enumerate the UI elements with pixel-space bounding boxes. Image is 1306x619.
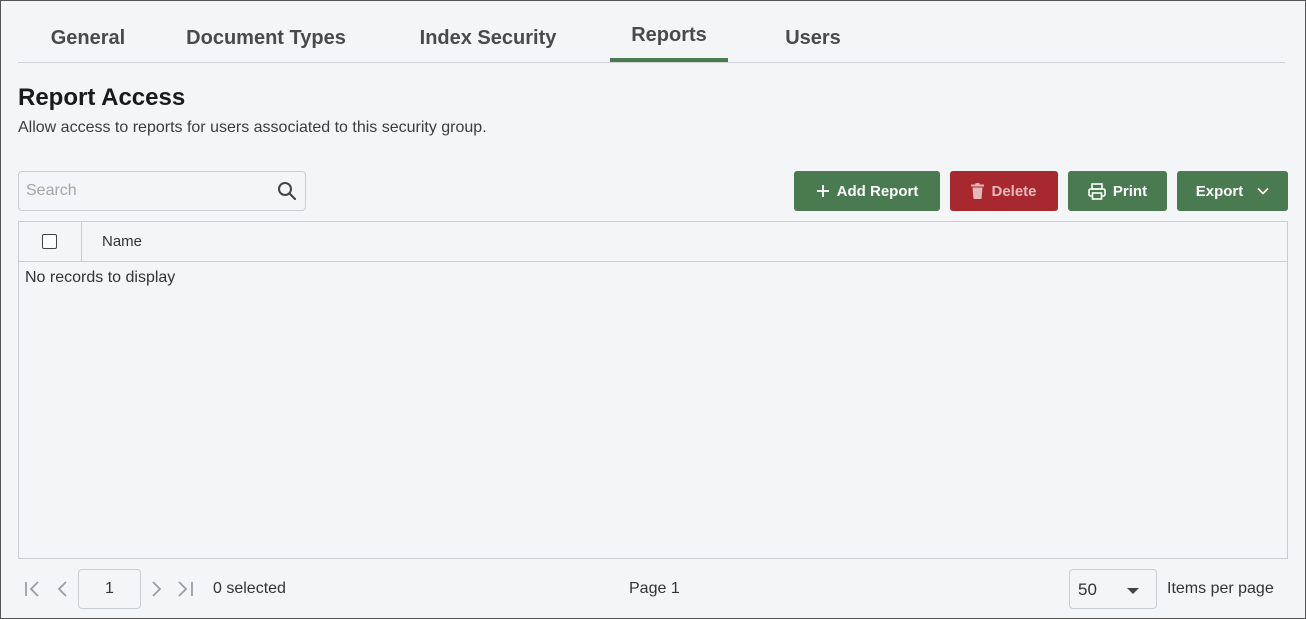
tab-index-security[interactable]: Index Security [413, 15, 563, 62]
empty-message: No records to display [25, 269, 176, 286]
search-icon[interactable] [277, 181, 297, 201]
trash-icon [971, 183, 985, 199]
export-label: Export [1195, 182, 1244, 200]
delete-button[interactable]: Delete [950, 171, 1058, 211]
first-page-icon[interactable] [23, 580, 43, 598]
next-page-icon[interactable] [146, 580, 166, 598]
print-button[interactable]: Print [1068, 171, 1167, 211]
tab-label: General [50, 27, 126, 49]
search-input[interactable] [19, 172, 269, 210]
select-all-cell [19, 222, 82, 262]
tab-label: Index Security [419, 27, 557, 49]
items-per-page-value: 50 [1078, 580, 1097, 599]
chevron-down-icon [1257, 187, 1269, 195]
app-window: General Document Types Index Security Re… [0, 0, 1306, 619]
items-per-page-select[interactable]: 50 [1069, 569, 1157, 609]
items-per-page-label: Items per page [1167, 580, 1274, 597]
tab-general[interactable]: General [38, 15, 138, 62]
tab-users[interactable]: Users [778, 15, 848, 62]
last-page-icon[interactable] [175, 580, 195, 598]
page-title: Report Access [18, 84, 186, 111]
tab-label: Reports [631, 24, 707, 46]
add-report-label: Add Report [836, 182, 919, 200]
tab-label: Document Types [186, 27, 346, 49]
page-description: Allow access to reports for users associ… [18, 119, 487, 136]
search-box [18, 171, 306, 211]
tab-reports[interactable]: Reports [610, 15, 728, 62]
caret-down-icon [1127, 588, 1139, 594]
page-indicator: Page 1 [629, 580, 680, 597]
tab-bar: General Document Types Index Security Re… [18, 15, 1285, 63]
delete-label: Delete [991, 182, 1037, 200]
export-button[interactable]: Export [1177, 171, 1288, 211]
previous-page-icon[interactable] [53, 580, 73, 598]
reports-grid: Name No records to display [18, 221, 1288, 559]
tab-document-types[interactable]: Document Types [181, 15, 351, 62]
column-header-name[interactable]: Name [102, 233, 142, 250]
selected-count: 0 selected [213, 580, 286, 597]
tab-label: Users [785, 27, 841, 49]
print-label: Print [1112, 182, 1148, 200]
add-report-button[interactable]: Add Report [794, 171, 940, 211]
printer-icon [1088, 182, 1106, 200]
grid-header: Name [19, 222, 1287, 262]
select-all-checkbox[interactable] [42, 234, 57, 249]
page-number-input[interactable] [78, 569, 141, 609]
plus-icon [816, 185, 829, 197]
